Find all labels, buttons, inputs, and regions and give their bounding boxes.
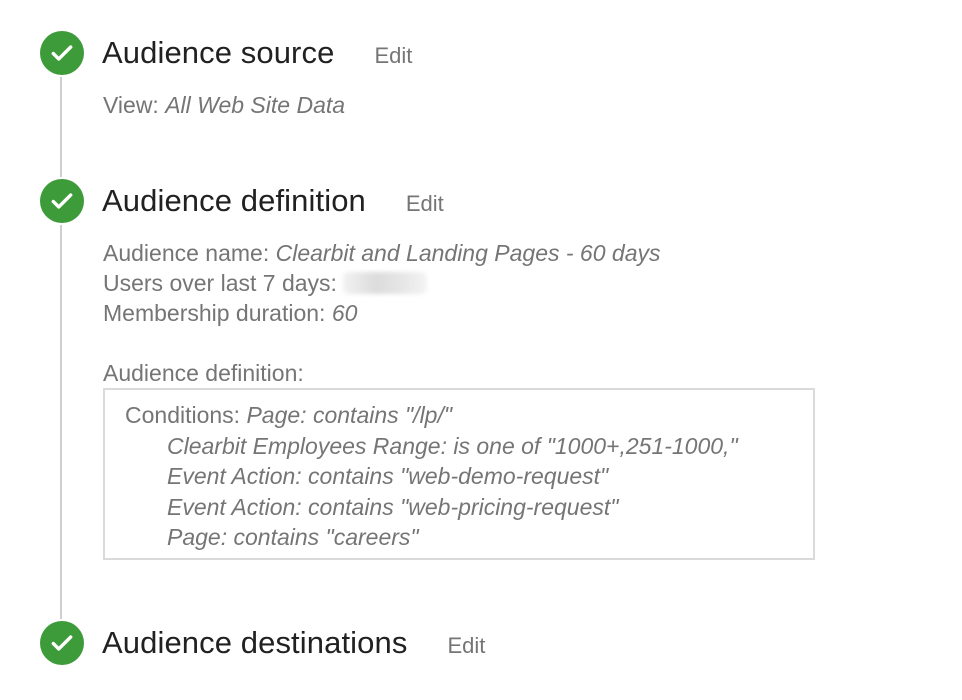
step-title: Audience definition — [102, 183, 366, 218]
condition-row: Conditions: Page: contains "/lp/" — [125, 400, 813, 431]
audience-name-row: Audience name: Clearbit and Landing Page… — [103, 238, 661, 268]
users-row: Users over last 7 days: — [103, 268, 661, 298]
timeline-line — [60, 76, 62, 636]
edit-audience-definition-link[interactable]: Edit — [406, 191, 444, 217]
step-header: Audience source Edit — [40, 30, 412, 76]
step-header: Audience destinations Edit — [40, 620, 485, 666]
conditions-label: Conditions: — [125, 402, 241, 428]
audience-definition-heading: Audience definition: — [103, 358, 304, 388]
step-audience-definition: Audience definition Edit — [40, 178, 444, 224]
audience-definition-label: Audience definition: — [103, 360, 304, 386]
check-circle-icon — [40, 621, 84, 665]
step-header: Audience definition Edit — [40, 178, 444, 224]
membership-duration-label: Membership duration: — [103, 300, 326, 326]
condition-item: Event Action: contains "web-demo-request… — [167, 463, 609, 489]
conditions-box: Conditions: Page: contains "/lp/" Clearb… — [103, 388, 815, 560]
condition-item: Event Action: contains "web-pricing-requ… — [167, 493, 619, 520]
view-row: View: All Web Site Data — [103, 90, 345, 120]
step-title: Audience source — [102, 35, 335, 70]
view-label: View: — [103, 92, 159, 118]
step-audience-source: Audience source Edit — [40, 30, 412, 76]
membership-duration-value: 60 — [331, 300, 358, 326]
audience-name-value: Clearbit and Landing Pages - 60 days — [275, 240, 661, 266]
step-title: Audience destinations — [102, 625, 408, 660]
users-label: Users over last 7 days: — [103, 270, 337, 296]
check-circle-icon — [40, 179, 84, 223]
audience-source-details: View: All Web Site Data — [103, 90, 345, 120]
view-value: All Web Site Data — [165, 92, 346, 118]
edit-audience-destinations-link[interactable]: Edit — [447, 633, 485, 659]
membership-duration-row: Membership duration: 60 — [103, 298, 661, 328]
audience-name-label: Audience name: — [103, 240, 270, 266]
condition-item: Page: contains "careers" — [167, 524, 419, 550]
users-value-redacted — [343, 272, 428, 294]
check-circle-icon — [40, 31, 84, 75]
edit-audience-source-link[interactable]: Edit — [374, 43, 412, 69]
audience-definition-details: Audience name: Clearbit and Landing Page… — [103, 238, 661, 328]
condition-item: Page: contains "/lp/" — [246, 402, 453, 428]
step-audience-destinations: Audience destinations Edit — [40, 620, 485, 666]
condition-item: Clearbit Employees Range: is one of "100… — [167, 432, 738, 459]
